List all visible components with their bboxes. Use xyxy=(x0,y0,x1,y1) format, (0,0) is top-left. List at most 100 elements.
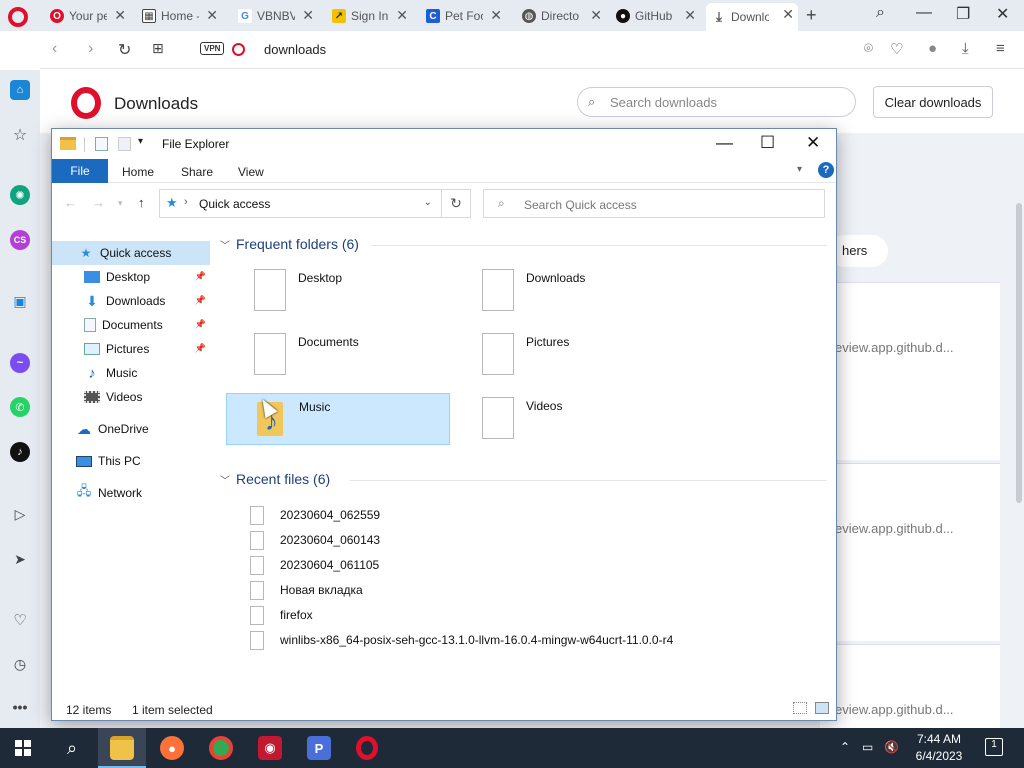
frequent-folders-header[interactable]: ﹀ Frequent folders (6) xyxy=(220,236,359,252)
download-item[interactable]: eview.app.github.d... xyxy=(820,644,1000,728)
tab-directory[interactable]: ◍ Directo ✕ xyxy=(516,4,606,28)
new-tab-icon[interactable]: + xyxy=(806,5,817,26)
shopping-icon[interactable]: ▣ xyxy=(10,291,30,311)
pin-icon[interactable]: 📌 xyxy=(195,295,206,306)
firefox-icon[interactable]: ● xyxy=(160,736,184,760)
speed-dial-star-icon[interactable]: ☆ xyxy=(10,125,30,145)
recent-file-row[interactable]: winlibs-x86_64-posix-seh-gcc-13.1.0-llvm… xyxy=(250,629,673,651)
close-icon[interactable]: ✕ xyxy=(684,7,696,24)
close-icon[interactable]: ✕ xyxy=(114,7,126,24)
recent-file-row[interactable]: 20230604_061105 xyxy=(250,554,379,576)
recent-file-row[interactable]: 20230604_062559 xyxy=(250,504,380,526)
search-input[interactable]: ⌕ Search Quick access xyxy=(483,189,825,218)
player-icon[interactable]: ▷ xyxy=(10,504,30,524)
search-tabs-icon[interactable]: ⌕ xyxy=(876,4,885,22)
recent-locations-icon[interactable]: ▾ xyxy=(118,198,123,209)
collapse-chevron-icon[interactable]: ﹀ xyxy=(220,237,230,252)
up-icon[interactable]: ↑ xyxy=(138,195,145,210)
properties-icon[interactable] xyxy=(95,137,108,151)
start-button[interactable] xyxy=(15,740,31,756)
close-icon[interactable]: ✕ xyxy=(590,7,602,24)
chatsonic-icon[interactable]: CS xyxy=(10,230,30,250)
forward-icon[interactable]: → xyxy=(92,195,105,210)
close-icon[interactable]: ✕ xyxy=(806,133,820,153)
vpn-badge[interactable]: VPN xyxy=(200,42,225,55)
nav-desktop[interactable]: Desktop 📌 xyxy=(52,265,210,289)
tab-pet-food[interactable]: C Pet Foo ✕ xyxy=(420,4,506,28)
network-status-icon[interactable]: ▭ xyxy=(862,740,873,754)
close-window-icon[interactable]: ✕ xyxy=(996,4,1009,24)
tab-home[interactable]: ▦ Home - ✕ xyxy=(136,4,222,28)
show-hidden-icons-icon[interactable]: ⌃ xyxy=(840,740,850,754)
address-field[interactable]: ★ › Quick access ⌄ xyxy=(159,189,471,218)
details-view-icon[interactable] xyxy=(793,702,807,714)
folder-tile-downloads[interactable]: Downloads xyxy=(454,265,678,317)
file-explorer-icon[interactable] xyxy=(110,736,134,760)
tab-github[interactable]: ● GitHub ✕ xyxy=(610,4,700,28)
recent-file-row[interactable]: Новая вкладка xyxy=(250,579,363,601)
back-icon[interactable]: ← xyxy=(64,195,77,210)
chevron-right-icon[interactable]: › xyxy=(184,196,188,208)
search-icon[interactable]: ⌕ xyxy=(60,736,84,760)
easy-setup-icon[interactable]: ≡ xyxy=(996,40,1005,57)
recent-files-header[interactable]: ﹀ Recent files (6) xyxy=(220,471,330,487)
recent-file-row[interactable]: firefox xyxy=(250,604,313,626)
download-item[interactable]: eview.app.github.d... xyxy=(820,282,1000,460)
p-app-icon[interactable]: P xyxy=(307,736,331,760)
send-icon[interactable]: ➤ xyxy=(10,549,30,569)
camera-icon[interactable]: ⌾ xyxy=(864,40,873,57)
nav-pictures[interactable]: Pictures 📌 xyxy=(52,337,210,361)
system-clock[interactable]: 7:44 AM 6/4/2023 xyxy=(905,731,973,765)
recent-file-row[interactable]: 20230604_060143 xyxy=(250,529,380,551)
folder-tile-pictures[interactable]: Pictures xyxy=(454,329,678,381)
customize-toolbar-icon[interactable]: ▾ xyxy=(138,136,143,147)
pin-icon[interactable]: 📌 xyxy=(195,343,206,354)
whatsapp-icon[interactable]: ✆ xyxy=(10,397,30,417)
nav-quick-access[interactable]: ★ Quick access xyxy=(52,241,210,265)
close-icon[interactable]: ✕ xyxy=(396,7,408,24)
chevron-down-icon[interactable]: ⌄ xyxy=(424,197,432,208)
screen-recorder-icon[interactable]: ◉ xyxy=(258,736,282,760)
tab-grid-icon[interactable]: ⊞ xyxy=(152,40,164,57)
folder-tile-videos[interactable]: Videos xyxy=(454,393,678,445)
site-info-icon[interactable] xyxy=(232,43,245,56)
explorer-title-bar[interactable]: ▾ File Explorer — ☐ ✕ xyxy=(52,129,836,159)
pin-icon[interactable]: 📌 xyxy=(195,271,206,282)
heart-icon[interactable]: ♡ xyxy=(890,40,903,58)
back-icon[interactable]: ‹ xyxy=(52,40,57,58)
tab-sign-in[interactable]: ↗ Sign In ✕ xyxy=(326,4,412,28)
notification-center-icon[interactable]: 1 xyxy=(985,738,1003,756)
folder-tile-documents[interactable]: Documents xyxy=(226,329,450,381)
expand-ribbon-icon[interactable]: ▾ xyxy=(797,164,802,175)
downloads-search-input[interactable]: ⌕ Search downloads xyxy=(577,87,856,117)
clear-downloads-button[interactable]: Clear downloads xyxy=(873,86,993,118)
forward-icon[interactable]: › xyxy=(88,40,93,58)
nav-documents[interactable]: Documents 📌 xyxy=(52,313,210,337)
collapse-chevron-icon[interactable]: ﹀ xyxy=(220,472,230,487)
messenger-icon[interactable]: ~ xyxy=(10,353,30,373)
tiles-view-icon[interactable] xyxy=(815,702,829,714)
url-field[interactable]: downloads xyxy=(264,42,326,57)
filter-others-pill[interactable]: hers xyxy=(828,235,888,267)
tab-home[interactable]: Home xyxy=(122,165,154,179)
chrome-icon[interactable] xyxy=(209,736,233,760)
tab-your-pe[interactable]: O Your pe ✕ xyxy=(44,4,130,28)
nav-network[interactable]: 🖧 Network xyxy=(52,481,210,505)
volume-muted-icon[interactable]: 🔇 xyxy=(884,740,899,754)
minimize-icon[interactable]: — xyxy=(916,4,932,22)
scrollbar[interactable] xyxy=(1016,203,1022,503)
history-icon[interactable]: ◷ xyxy=(10,654,30,674)
tab-vbnbv[interactable]: G VBNBV ✕ xyxy=(232,4,318,28)
minimize-icon[interactable]: — xyxy=(716,133,733,153)
tab-file[interactable]: File xyxy=(52,159,108,183)
maximize-icon[interactable]: ☐ xyxy=(760,133,775,153)
opera-icon[interactable] xyxy=(356,736,378,760)
home-icon[interactable]: ⌂ xyxy=(10,80,30,100)
nav-downloads[interactable]: ⬇ Downloads 📌 xyxy=(52,289,210,313)
new-folder-icon[interactable] xyxy=(118,137,131,151)
close-icon[interactable]: ✕ xyxy=(302,7,314,24)
reload-icon[interactable]: ↻ xyxy=(118,40,131,60)
chatgpt-icon[interactable]: ✺ xyxy=(10,185,30,205)
tab-downloads[interactable]: ⤓ Downlo ✕ xyxy=(706,3,798,31)
close-icon[interactable]: ✕ xyxy=(490,7,502,24)
